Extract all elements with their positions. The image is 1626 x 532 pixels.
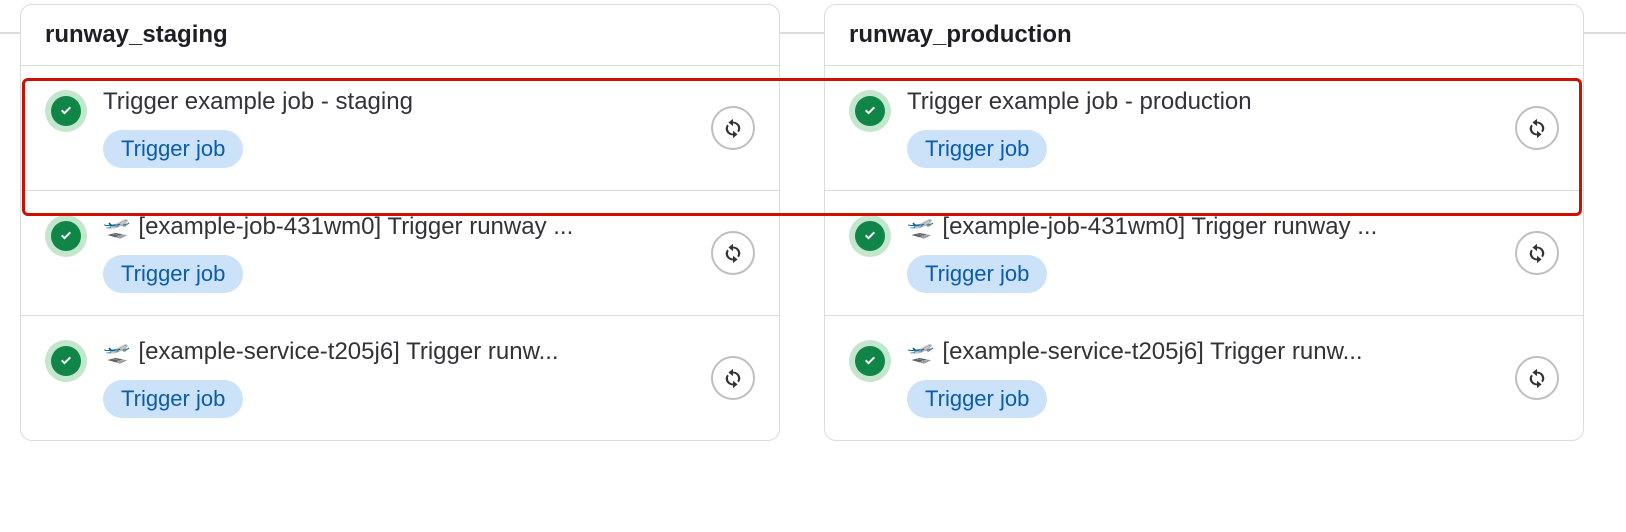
status-passed-icon: [45, 215, 87, 257]
trigger-job-badge[interactable]: Trigger job: [907, 380, 1047, 418]
retry-icon: [1526, 367, 1548, 389]
status-passed-icon: [849, 215, 891, 257]
stage-title[interactable]: runway_production: [825, 5, 1583, 66]
job-row[interactable]: Trigger example job - production Trigger…: [825, 66, 1583, 191]
job-content: Trigger example job - production Trigger…: [907, 88, 1559, 168]
retry-button[interactable]: [1515, 231, 1559, 275]
trigger-job-badge[interactable]: Trigger job: [907, 130, 1047, 168]
job-row[interactable]: 🛫 [example-job-431wm0] Trigger runway ..…: [825, 191, 1583, 316]
retry-icon: [1526, 117, 1548, 139]
retry-button[interactable]: [711, 356, 755, 400]
job-content: 🛫 [example-service-t205j6] Trigger runw.…: [103, 338, 755, 418]
status-passed-icon: [849, 340, 891, 382]
retry-icon: [1526, 242, 1548, 264]
retry-icon: [722, 367, 744, 389]
retry-button[interactable]: [1515, 106, 1559, 150]
retry-button[interactable]: [711, 106, 755, 150]
status-passed-icon: [45, 340, 87, 382]
job-row[interactable]: 🛫 [example-service-t205j6] Trigger runw.…: [21, 316, 779, 440]
pipeline-stages: runway_staging Trigger example job - sta…: [0, 0, 1626, 445]
job-content: Trigger example job - staging Trigger jo…: [103, 88, 755, 168]
job-content: 🛫 [example-service-t205j6] Trigger runw.…: [907, 338, 1559, 418]
airplane-icon: 🛫: [907, 341, 934, 363]
airplane-icon: 🛫: [907, 216, 934, 238]
status-passed-icon: [849, 90, 891, 132]
job-title: [example-job-431wm0] Trigger runway ...: [942, 213, 1377, 241]
trigger-job-badge[interactable]: Trigger job: [103, 130, 243, 168]
status-passed-icon: [45, 90, 87, 132]
retry-icon: [722, 117, 744, 139]
job-title: [example-job-431wm0] Trigger runway ...: [138, 213, 573, 241]
job-title: [example-service-t205j6] Trigger runw...: [138, 338, 558, 366]
job-content: 🛫 [example-job-431wm0] Trigger runway ..…: [907, 213, 1559, 293]
job-row[interactable]: Trigger example job - staging Trigger jo…: [21, 66, 779, 191]
retry-button[interactable]: [711, 231, 755, 275]
stage-column-production: runway_production Trigger example job - …: [824, 4, 1584, 441]
stage-column-staging: runway_staging Trigger example job - sta…: [20, 4, 780, 441]
trigger-job-badge[interactable]: Trigger job: [907, 255, 1047, 293]
airplane-icon: 🛫: [103, 216, 130, 238]
job-title: Trigger example job - production: [907, 88, 1252, 116]
trigger-job-badge[interactable]: Trigger job: [103, 255, 243, 293]
job-content: 🛫 [example-job-431wm0] Trigger runway ..…: [103, 213, 755, 293]
job-row[interactable]: 🛫 [example-service-t205j6] Trigger runw.…: [825, 316, 1583, 440]
job-row[interactable]: 🛫 [example-job-431wm0] Trigger runway ..…: [21, 191, 779, 316]
retry-icon: [722, 242, 744, 264]
job-title: [example-service-t205j6] Trigger runw...: [942, 338, 1362, 366]
job-title: Trigger example job - staging: [103, 88, 413, 116]
stage-title[interactable]: runway_staging: [21, 5, 779, 66]
retry-button[interactable]: [1515, 356, 1559, 400]
trigger-job-badge[interactable]: Trigger job: [103, 380, 243, 418]
airplane-icon: 🛫: [103, 341, 130, 363]
